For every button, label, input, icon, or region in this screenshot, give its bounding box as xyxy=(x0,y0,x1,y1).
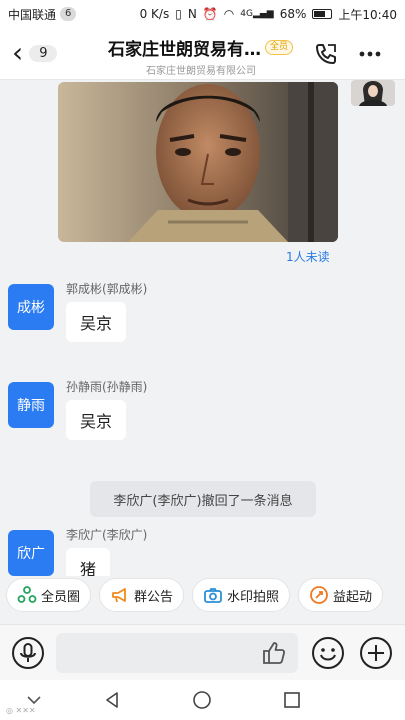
recall-notice: 李欣广(李欣广)撤回了一条消息 xyxy=(90,481,316,517)
circle-home-icon xyxy=(193,691,211,709)
more-button[interactable] xyxy=(356,40,384,68)
message-bubble[interactable]: 吴京 xyxy=(66,400,127,440)
phone-icon xyxy=(316,44,336,64)
image-message[interactable] xyxy=(58,82,338,242)
carrier: 中国联通 6 xyxy=(8,6,77,23)
chat-title-area[interactable]: 石家庄世朗贸易有… 全员 石家庄世朗贸易有限公司 xyxy=(108,35,308,77)
chat-title: 石家庄世朗贸易有… xyxy=(108,40,261,60)
signal-icon: 4G▂▄▆ xyxy=(240,9,274,19)
my-avatar[interactable] xyxy=(351,80,395,106)
carrier-name: 中国联通 xyxy=(8,7,57,22)
moments-label: 全员圈 xyxy=(41,589,81,605)
network-speed: 0 K/s xyxy=(139,7,170,21)
square-recents-icon xyxy=(284,692,300,708)
battery-percent: 68% xyxy=(279,7,307,21)
avatar[interactable]: 成彬 xyxy=(8,284,54,330)
plus-icon xyxy=(360,637,392,669)
chevron-down-icon xyxy=(27,696,41,705)
emoji-button[interactable] xyxy=(310,635,346,671)
status-bar: 中国联通 6 0 K/s ▯ N ⏰ ◠ 4G▂▄▆ 68% 上午10:40 xyxy=(0,0,405,28)
message-bubble[interactable]: 猪 xyxy=(66,548,111,576)
sender-name: 郭成彬(郭成彬) xyxy=(66,282,148,296)
chat-area[interactable]: 1人未读 成彬 郭成彬(郭成彬) 吴京 静雨 孙静雨(孙静雨) 吴京 李欣广(李… xyxy=(0,80,405,576)
chat-subtitle: 石家庄世朗贸易有限公司 xyxy=(146,66,256,77)
watermark-photo-button[interactable]: 水印拍照 xyxy=(192,578,291,612)
all-members-tag: 全员 xyxy=(265,40,294,55)
chevron-left-icon: ‹ xyxy=(12,36,24,69)
input-bar xyxy=(0,624,405,680)
sender-name: 李欣广(李欣广) xyxy=(66,528,148,542)
announcement-button[interactable]: 群公告 xyxy=(99,578,185,612)
voice-button[interactable] xyxy=(10,635,46,671)
nav-back-button[interactable] xyxy=(100,688,124,712)
unread-conversations-count: 9 xyxy=(29,44,58,62)
yiqidong-label: 益起动 xyxy=(333,589,373,605)
yiqidong-button[interactable]: 益起动 xyxy=(298,578,384,612)
moments-button[interactable]: 全员圈 xyxy=(6,578,92,612)
photo-portrait xyxy=(58,82,338,242)
message-input[interactable] xyxy=(56,633,298,673)
status-right: 0 K/s ▯ N ⏰ ◠ 4G▂▄▆ 68% 上午10:40 xyxy=(140,6,397,23)
chat-header: ‹ 9 石家庄世朗贸易有… 全员 石家庄世朗贸易有限公司 xyxy=(0,28,405,80)
watermark-logo: ◎ ✕✕✕ xyxy=(6,706,36,715)
read-receipt[interactable]: 1人未读 xyxy=(286,248,330,265)
avatar[interactable]: 欣广 xyxy=(8,530,54,576)
system-navigation-bar: ◎ ✕✕✕ xyxy=(0,680,405,720)
camera-icon xyxy=(204,588,222,603)
notification-count-badge: 6 xyxy=(60,7,77,21)
more-actions-button[interactable] xyxy=(358,635,394,671)
nav-recents-button[interactable] xyxy=(280,688,304,712)
call-button[interactable] xyxy=(312,40,340,68)
smiley-icon xyxy=(312,637,344,669)
watermark-photo-label: 水印拍照 xyxy=(227,589,280,605)
circle-network-icon xyxy=(17,586,37,603)
nav-home-button[interactable] xyxy=(190,688,214,712)
thumbs-up-icon[interactable] xyxy=(260,639,288,667)
announcement-label: 群公告 xyxy=(134,589,174,605)
battery-icon xyxy=(312,9,333,19)
alarm-icon: ⏰ xyxy=(202,7,218,21)
megaphone-icon xyxy=(112,588,126,603)
user-photo xyxy=(351,80,395,106)
clock: 上午10:40 xyxy=(338,7,397,22)
more-icon xyxy=(359,51,381,57)
wifi-icon: ◠ xyxy=(223,7,235,21)
run-icon xyxy=(310,586,328,604)
avatar[interactable]: 静雨 xyxy=(8,382,54,428)
triangle-back-icon xyxy=(106,692,118,708)
vibrate-icon: ▯ xyxy=(175,7,182,21)
message-bubble[interactable]: 吴京 xyxy=(66,302,127,342)
sender-name: 孙静雨(孙静雨) xyxy=(66,380,148,394)
microphone-icon xyxy=(12,637,44,669)
nfc-icon: N xyxy=(187,7,197,21)
quick-actions-bar: 全员圈 群公告 水印拍照 益起动 xyxy=(0,578,405,620)
back-button[interactable]: ‹ 9 xyxy=(12,38,72,68)
